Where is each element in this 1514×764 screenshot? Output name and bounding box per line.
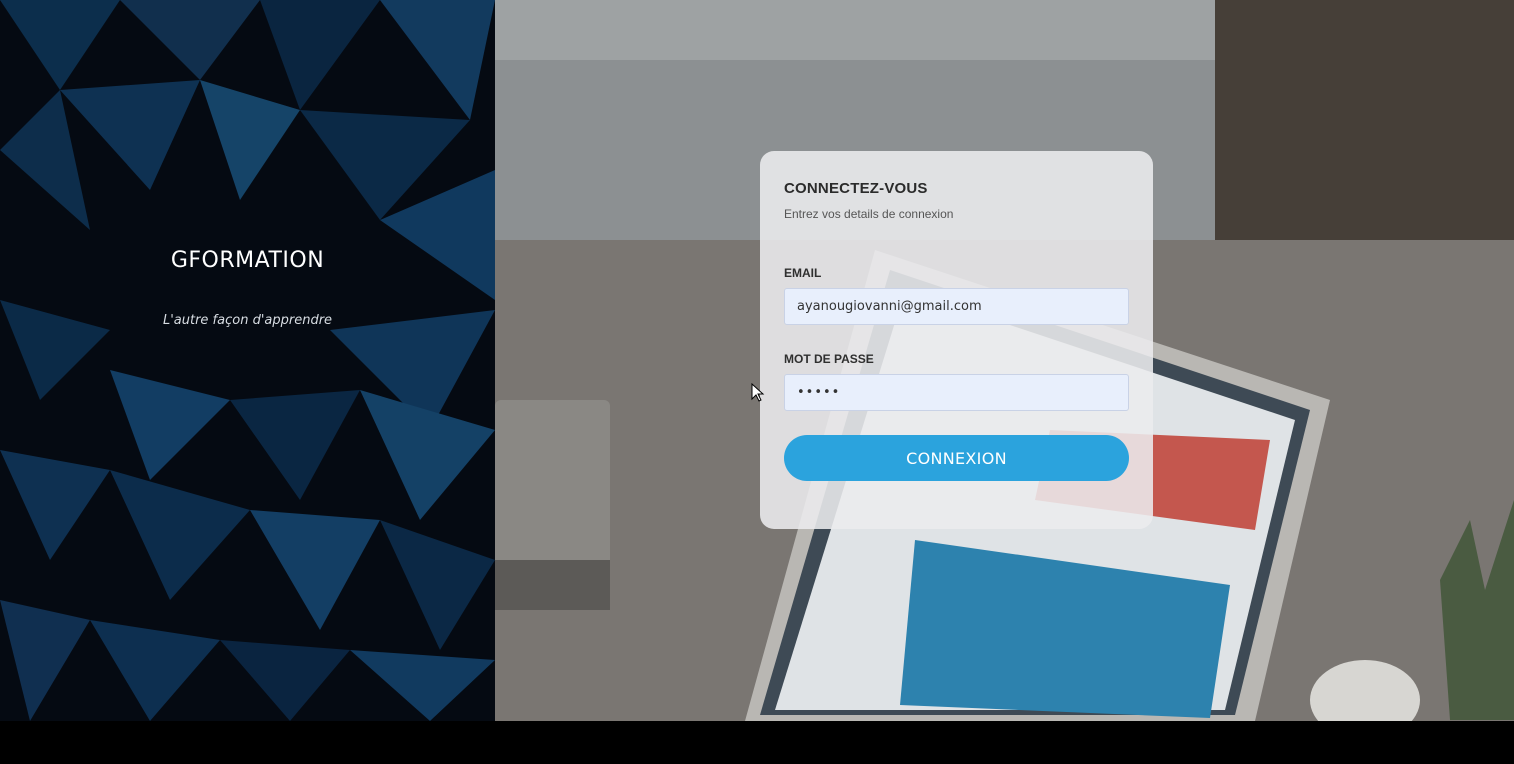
email-field[interactable] <box>784 288 1129 325</box>
bottom-bar <box>0 721 1514 764</box>
geometric-background <box>0 0 495 721</box>
mouse-pointer-icon <box>751 383 765 402</box>
branding-panel: GFORMATION L'autre façon d'apprendre <box>0 0 495 721</box>
login-button[interactable]: CONNEXION <box>784 435 1129 481</box>
login-screen: GFORMATION L'autre façon d'apprendre CON… <box>0 0 1514 764</box>
login-title: CONNECTEZ-VOUS <box>784 180 928 197</box>
login-card: CONNECTEZ-VOUS Entrez vos details de con… <box>760 151 1153 529</box>
password-field[interactable] <box>784 374 1129 411</box>
brand-name: GFORMATION <box>170 248 325 273</box>
login-subtitle: Entrez vos details de connexion <box>784 207 954 221</box>
brand-tagline: L'autre façon d'apprendre <box>162 313 333 328</box>
password-label: MOT DE PASSE <box>784 352 874 366</box>
email-label: EMAIL <box>784 266 822 280</box>
